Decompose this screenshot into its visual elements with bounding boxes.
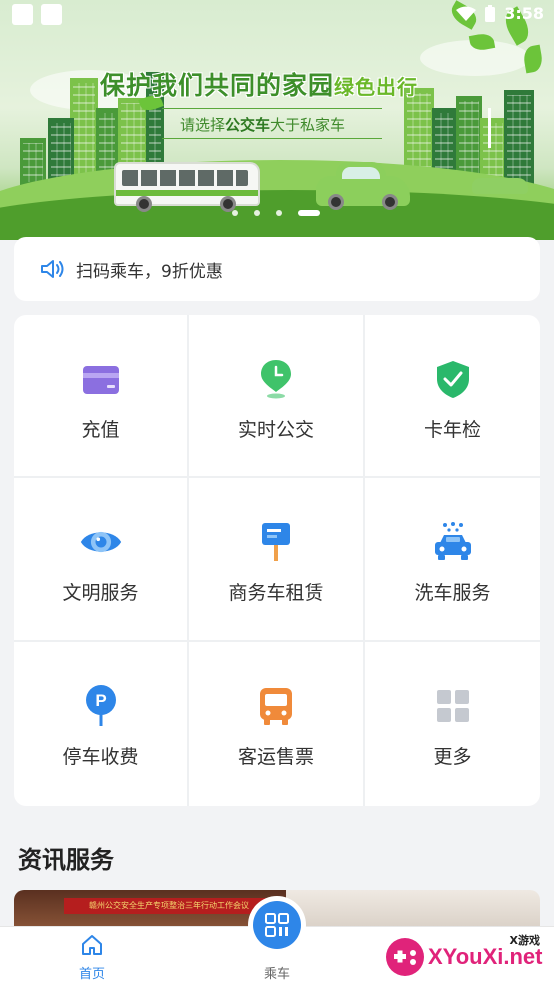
nav-home[interactable]: 首页 [66,933,118,982]
banner-subtitle-post: 大于私家车 [270,116,346,134]
service-label: 更多 [433,746,472,768]
news-image-caption: 赣州公交安全生产专项整治三年行动工作会议 [64,898,274,914]
car-illustration [472,178,528,194]
car-wash-icon [431,520,475,564]
service-label: 客运售票 [237,746,314,768]
notice-bar[interactable]: 扫码乘车，9折优惠 [14,237,540,301]
service-parking-fee[interactable]: P 停车收费 [14,642,189,806]
wind-turbine [488,108,491,148]
banner-title-main: 保护我们共同的家园 [100,71,335,100]
news-image[interactable]: 赣州公交安全生产专项整治三年行动工作会议 [14,890,286,930]
service-coach-tickets[interactable]: 客运售票 [189,642,365,806]
news-image[interactable] [286,890,540,930]
carousel-dot[interactable] [254,210,260,216]
notification-icon [41,4,62,25]
banner-subtitle: 请选择公交车大于私家车 [180,114,345,135]
home-icon [82,935,102,955]
notice-text: 扫码乘车，9折优惠 [76,261,223,282]
gamepad-logo-icon [386,938,424,976]
notification-icon [12,4,33,25]
battery-icon [485,4,496,22]
status-notifications [12,4,62,25]
service-label: 充值 [81,419,120,441]
grid-more-icon [431,684,475,728]
carousel-dot[interactable] [232,210,238,216]
carousel-indicator[interactable] [232,210,320,216]
banner-title: 保护我们共同的家园绿色出行 [100,66,418,102]
wallet-card-icon [79,357,123,401]
status-bar: 3:58 [456,4,544,23]
car-illustration [316,162,410,210]
building [504,90,534,188]
leaf-decoration [521,44,545,74]
divider [162,138,382,139]
qr-code-icon [265,913,289,937]
banner-subtitle-bold: 公交车 [225,116,271,134]
bus-illustration [114,162,260,212]
divider [162,108,382,109]
services-grid: 充值 实时公交 卡年检 文明服务 商务车租赁 洗车服务 P 停车收费 客运售票 … [14,315,540,806]
service-card-inspection[interactable]: 卡年检 [365,315,540,478]
nav-home-label: 首页 [78,967,105,982]
carousel-dot[interactable] [276,210,282,216]
carousel-dot-active[interactable] [298,210,320,216]
svg-text:P: P [95,691,106,710]
service-label: 卡年检 [423,419,481,441]
watermark-text: XYouXi.net [428,944,543,969]
eye-icon [79,520,123,564]
service-label: 文明服务 [62,582,139,604]
scan-ride-button[interactable] [248,896,306,954]
service-label: 洗车服务 [414,582,491,604]
service-more[interactable]: 更多 [365,642,540,806]
speaker-icon [41,260,64,278]
hero-banner[interactable]: 保护我们共同的家园绿色出行 请选择公交车大于私家车 3:58 [0,0,554,240]
banner-subtitle-pre: 请选择 [180,116,226,134]
service-car-wash[interactable]: 洗车服务 [365,478,540,642]
service-label: 商务车租赁 [228,582,324,604]
service-civility[interactable]: 文明服务 [14,478,189,642]
banner-title-accent: 绿色出行 [334,75,419,99]
service-label: 停车收费 [62,746,139,768]
wifi-icon [456,6,477,21]
service-realtime-bus[interactable]: 实时公交 [189,315,365,478]
watermark: X游戏 XYouXi.net [384,926,554,986]
status-time: 3:58 [504,4,544,23]
location-clock-icon [254,357,298,401]
signboard-icon [254,520,298,564]
parking-pin-icon: P [79,684,123,728]
bus-icon [254,684,298,728]
nav-ride-label[interactable]: 乘车 [252,963,302,982]
service-label: 实时公交 [237,419,314,441]
service-business-car-rental[interactable]: 商务车租赁 [189,478,365,642]
shield-check-icon [431,357,475,401]
news-section-title: 资讯服务 [18,846,114,874]
service-recharge[interactable]: 充值 [14,315,189,478]
